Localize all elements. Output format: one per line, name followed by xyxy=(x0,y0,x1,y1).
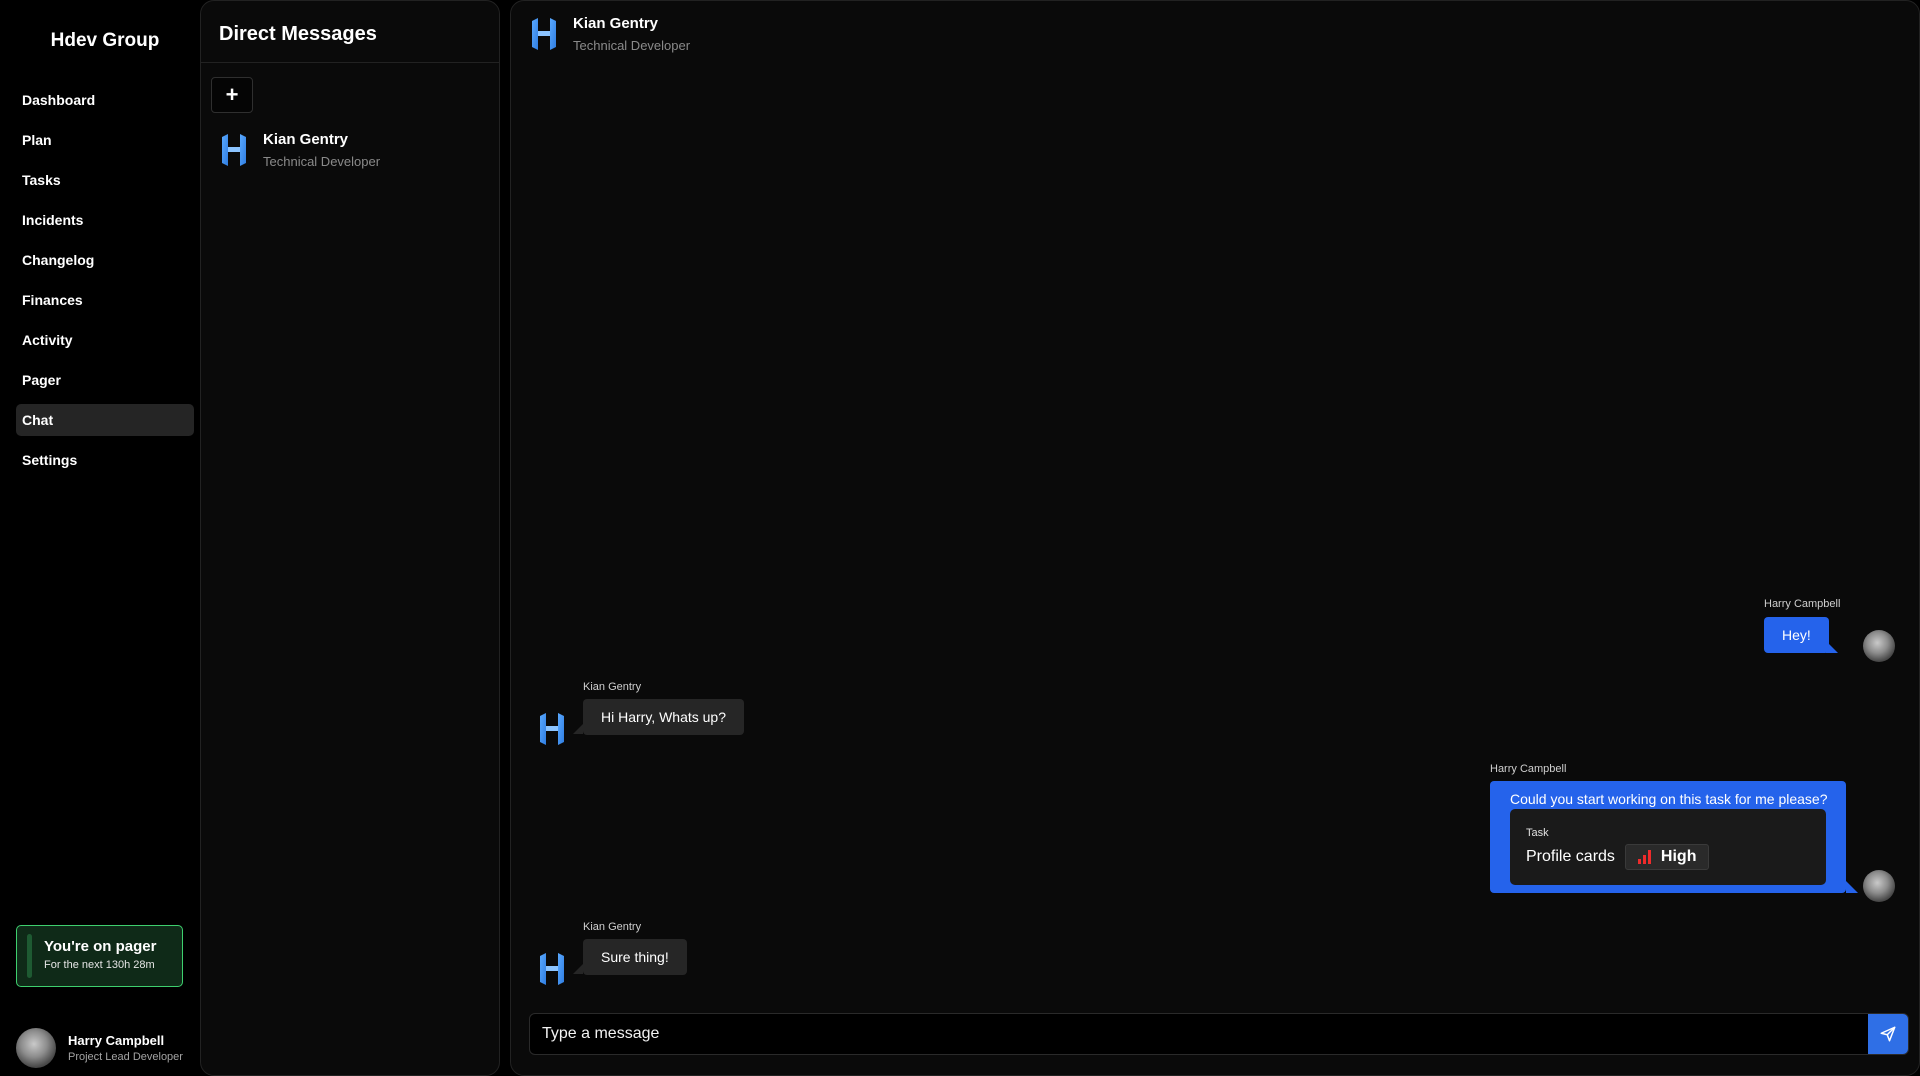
pager-title: You're on pager xyxy=(44,938,157,955)
bubble-tail xyxy=(1846,881,1858,893)
sender-avatar xyxy=(1863,870,1895,902)
priority-bars-icon xyxy=(1637,850,1653,864)
message-sender: Harry Campbell xyxy=(1764,598,1841,610)
message-input[interactable] xyxy=(530,1014,1864,1054)
sidebar-item-incidents[interactable]: Incidents xyxy=(16,204,194,236)
sidebar-item-tasks[interactable]: Tasks xyxy=(16,164,194,196)
pager-indicator xyxy=(27,934,32,978)
message-bubble: Hey! xyxy=(1764,617,1829,653)
message-sender: Kian Gentry xyxy=(583,681,642,693)
send-icon xyxy=(1880,1026,1896,1042)
h-logo-icon xyxy=(219,133,249,167)
current-user[interactable]: Harry Campbell Project Lead Developer xyxy=(16,1028,183,1068)
bubble-tail xyxy=(573,724,583,734)
bubble-tail xyxy=(1826,641,1838,653)
user-avatar xyxy=(16,1028,56,1068)
h-logo-icon xyxy=(537,712,567,746)
sidebar-nav: Dashboard Plan Tasks Incidents Changelog… xyxy=(16,84,194,484)
user-role: Project Lead Developer xyxy=(68,1051,183,1063)
message-bubble: Sure thing! xyxy=(583,939,687,975)
message-bubble: Hi Harry, Whats up? xyxy=(583,699,744,735)
contact-role: Technical Developer xyxy=(263,154,381,169)
h-logo-icon xyxy=(529,17,559,51)
h-logo-icon xyxy=(537,952,567,986)
pager-subtitle: For the next 130h 28m xyxy=(44,959,155,971)
pager-status-card[interactable]: You're on pager For the next 130h 28m xyxy=(16,925,183,987)
message-text: Could you start working on this task for… xyxy=(1510,791,1828,807)
sidebar-item-changelog[interactable]: Changelog xyxy=(16,244,194,276)
send-button[interactable] xyxy=(1868,1014,1908,1054)
user-name: Harry Campbell xyxy=(68,1033,165,1048)
sidebar-item-dashboard[interactable]: Dashboard xyxy=(16,84,194,116)
message-composer xyxy=(529,1013,1909,1055)
sidebar-item-activity[interactable]: Activity xyxy=(16,324,194,356)
task-name: Profile cards xyxy=(1526,848,1615,865)
sender-avatar xyxy=(1863,630,1895,662)
chat-header: Kian Gentry Technical Developer xyxy=(529,15,690,53)
brand-title: Hdev Group xyxy=(50,30,160,51)
direct-messages-panel: Direct Messages + Kian Gentry Technical … xyxy=(200,0,500,1076)
chat-header-name: Kian Gentry xyxy=(573,15,659,32)
contact-name: Kian Gentry xyxy=(263,131,349,148)
chat-panel: Kian Gentry Technical Developer Harry Ca… xyxy=(510,0,1920,1076)
message-sender: Harry Campbell xyxy=(1490,763,1567,775)
dm-title: Direct Messages xyxy=(201,1,499,63)
new-dm-button[interactable]: + xyxy=(211,77,253,113)
chat-header-role: Technical Developer xyxy=(573,38,691,53)
sidebar: Hdev Group Dashboard Plan Tasks Incident… xyxy=(0,0,200,1076)
message-sender: Kian Gentry xyxy=(583,921,642,933)
bubble-tail xyxy=(573,964,583,974)
sidebar-item-finances[interactable]: Finances xyxy=(16,284,194,316)
task-card[interactable]: Task Profile cards High xyxy=(1510,809,1826,885)
message-bubble: Could you start working on this task for… xyxy=(1490,781,1846,893)
sidebar-item-plan[interactable]: Plan xyxy=(16,124,194,156)
sidebar-item-chat[interactable]: Chat xyxy=(16,404,194,436)
sidebar-item-pager[interactable]: Pager xyxy=(16,364,194,396)
priority-badge[interactable]: High xyxy=(1624,844,1710,870)
sidebar-item-settings[interactable]: Settings xyxy=(16,444,194,476)
dm-contact-item[interactable]: Kian Gentry Technical Developer xyxy=(219,131,489,169)
priority-label: High xyxy=(1660,848,1697,865)
task-label: Task xyxy=(1526,827,1549,839)
